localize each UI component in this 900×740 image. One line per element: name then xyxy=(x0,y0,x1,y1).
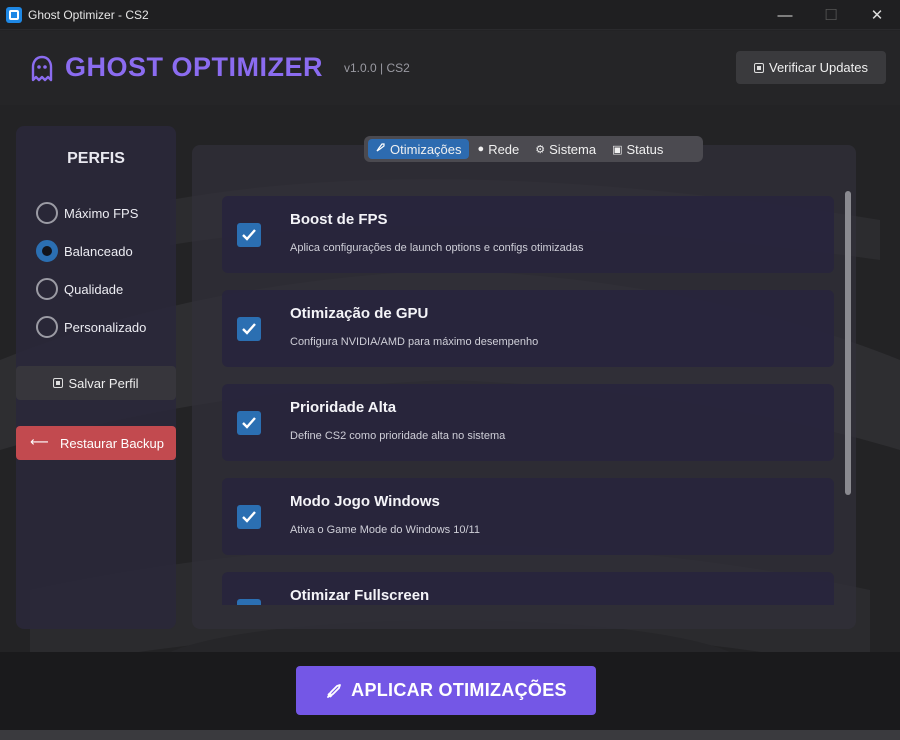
check-updates-label: Verificar Updates xyxy=(769,60,868,75)
optimization-card-boost-fps[interactable]: Boost de FPS Aplica configurações de lau… xyxy=(222,196,834,273)
profile-option-qualidade[interactable]: Qualidade xyxy=(36,277,123,301)
profile-label: Personalizado xyxy=(64,319,147,335)
tab-sistema[interactable]: ⚙ Sistema xyxy=(528,139,603,159)
check-updates-button[interactable]: Verificar Updates xyxy=(736,51,886,84)
gear-icon: ⚙ xyxy=(535,143,546,156)
optimization-title: Prioridade Alta xyxy=(290,399,397,416)
checkbox-checked[interactable] xyxy=(237,411,261,435)
floppy-disk-icon xyxy=(53,378,64,388)
close-button[interactable]: ✕ xyxy=(854,0,900,30)
radio-button[interactable] xyxy=(36,316,58,338)
checkbox-checked[interactable] xyxy=(237,317,261,341)
optimization-description: Define CS2 como prioridade alta no siste… xyxy=(290,430,506,442)
optimization-card-gpu[interactable]: Otimização de GPU Configura NVIDIA/AMD p… xyxy=(222,290,834,367)
update-icon xyxy=(754,62,764,73)
profile-label: Máximo FPS xyxy=(64,205,139,221)
window-title: Ghost Optimizer - CS2 xyxy=(28,7,149,22)
app-icon xyxy=(6,6,22,23)
back-arrow-icon: ⟵ xyxy=(30,434,49,449)
tab-otimizacoes[interactable]: Otimizações xyxy=(368,139,469,159)
tab-label: Status xyxy=(626,141,664,157)
globe-icon: ● xyxy=(477,143,485,155)
profiles-title: PERFIS xyxy=(67,150,125,167)
list-scrollbar[interactable] xyxy=(845,191,851,495)
optimization-card-fullscreen[interactable]: Otimizar Fullscreen xyxy=(222,572,834,605)
radio-button[interactable] xyxy=(36,278,58,300)
radio-button-selected[interactable] xyxy=(36,240,58,262)
checkbox-checked[interactable] xyxy=(237,599,261,605)
restore-backup-label: Restaurar Backup xyxy=(59,435,165,451)
window-titlebar: Ghost Optimizer - CS2 — ☐ ✕ xyxy=(0,0,900,30)
optimization-description: Aplica configurações de launch options e… xyxy=(290,242,584,254)
tab-label: Sistema xyxy=(549,141,597,157)
profile-option-balanceado[interactable]: Balanceado xyxy=(36,239,133,263)
tab-rede[interactable]: ● Rede xyxy=(471,139,527,159)
restore-backup-button[interactable]: ⟵ Restaurar Backup xyxy=(16,426,176,460)
minimize-button[interactable]: — xyxy=(762,0,808,30)
app-brand-title: GHOST OPTIMIZER xyxy=(65,52,324,82)
optimization-title: Otimizar Fullscreen xyxy=(290,587,430,604)
save-profile-label: Salvar Perfil xyxy=(68,375,139,391)
profile-label: Balanceado xyxy=(64,243,133,259)
optimization-card-game-mode[interactable]: Modo Jogo Windows Ativa o Game Mode do W… xyxy=(222,478,834,555)
chart-icon: ▣ xyxy=(612,143,623,156)
profile-option-maximo-fps[interactable]: Máximo FPS xyxy=(36,201,138,225)
tab-label: Otimizações xyxy=(390,141,462,157)
checkbox-checked[interactable] xyxy=(237,505,261,529)
ghost-icon xyxy=(31,55,53,82)
rocket-icon xyxy=(375,142,386,156)
optimization-description: Ativa o Game Mode do Windows 10/11 xyxy=(290,524,480,536)
optimization-card-priority[interactable]: Prioridade Alta Define CS2 como priorida… xyxy=(222,384,834,461)
version-label: v1.0.0 | CS2 xyxy=(344,61,410,75)
checkbox-checked[interactable] xyxy=(237,223,261,247)
tab-status[interactable]: ▣ Status xyxy=(605,139,670,159)
apply-optimizations-button[interactable]: APLICAR OTIMIZAÇÕES xyxy=(296,666,596,715)
profiles-sidebar: PERFIS Máximo FPS Balanceado Qualidade P… xyxy=(16,126,176,629)
optimization-title: Modo Jogo Windows xyxy=(290,493,440,510)
profile-option-personalizado[interactable]: Personalizado xyxy=(36,315,146,339)
optimization-title: Otimização de GPU xyxy=(290,305,429,322)
profile-label: Qualidade xyxy=(64,281,124,297)
apply-optimizations-label: APLICAR OTIMIZAÇÕES xyxy=(351,680,567,700)
window-controls: — ☐ ✕ xyxy=(762,0,900,30)
optimization-description: Configura NVIDIA/AMD para máximo desempe… xyxy=(290,336,539,348)
maximize-button[interactable]: ☐ xyxy=(808,0,854,30)
app-header: GHOST OPTIMIZER v1.0.0 | CS2 Verificar U… xyxy=(0,31,900,105)
rocket-icon xyxy=(327,683,342,698)
optimization-title: Boost de FPS xyxy=(290,211,388,228)
radio-button[interactable] xyxy=(36,202,58,224)
bottom-edge xyxy=(0,730,900,740)
optimizations-list[interactable]: Boost de FPS Aplica configurações de lau… xyxy=(222,196,834,605)
save-profile-button[interactable]: Salvar Perfil xyxy=(16,366,176,400)
tab-bar: Otimizações ● Rede ⚙ Sistema ▣ Status xyxy=(364,136,703,162)
tab-label: Rede xyxy=(488,141,520,157)
